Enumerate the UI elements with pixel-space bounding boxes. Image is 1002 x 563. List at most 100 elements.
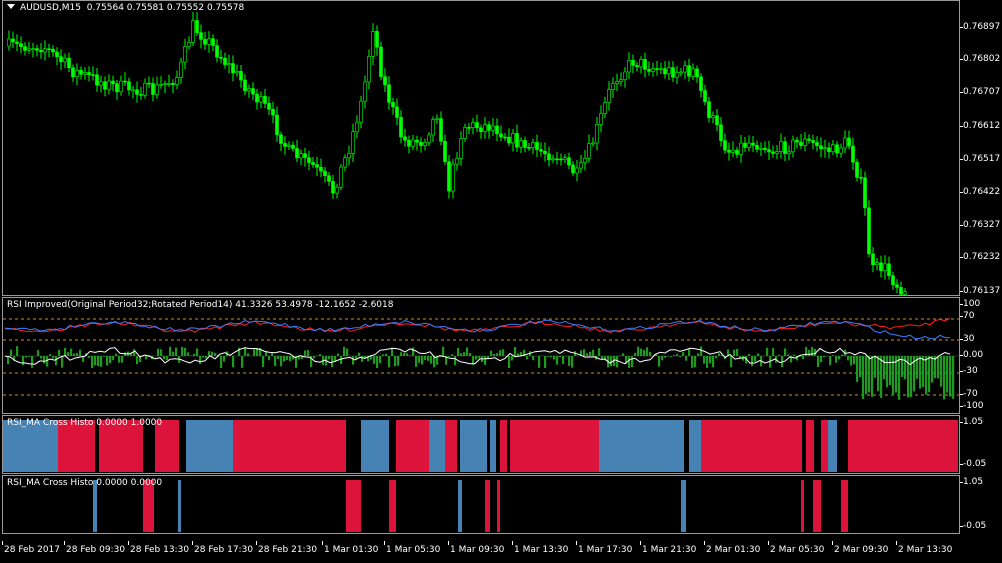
rsi-histogram-bar — [676, 353, 679, 356]
rsi-histogram-bar — [100, 356, 103, 367]
candle-body — [535, 142, 539, 150]
rsi-histogram-bar — [754, 356, 757, 362]
rsi-plot — [3, 317, 959, 400]
rsi-histogram-bar — [853, 356, 856, 365]
candle-body — [687, 65, 691, 77]
candle-body — [171, 83, 175, 85]
candle-body — [47, 48, 51, 51]
rsi-histogram-bar — [409, 355, 412, 356]
candle-body — [527, 147, 531, 149]
time-tick: 1 Mar 01:30 — [321, 541, 379, 555]
histo1-axis: 1.05 -0.05 — [959, 415, 1002, 474]
candle-body — [499, 133, 503, 138]
rsi-histogram-bar — [877, 356, 880, 392]
rsi-histogram-bar — [532, 356, 535, 361]
rsi-histogram-bar — [397, 356, 400, 366]
rsi-histogram-bar — [463, 352, 466, 356]
ohlc-values: 0.75564 0.75581 0.75552 0.75578 — [86, 3, 245, 13]
rsi-histogram-bar — [460, 353, 463, 356]
candle-body — [651, 68, 655, 72]
rsi-histogram-bar — [454, 356, 457, 366]
cross-histo-bar — [233, 420, 346, 472]
rsi-histogram-bar — [688, 349, 691, 356]
cross-histo-bar — [396, 420, 429, 472]
price-axis: 0.76897 0.76802 0.76707 0.76612 0.76517 … — [959, 0, 1002, 296]
candle-body — [15, 41, 19, 44]
rsi-histogram-bar — [811, 347, 814, 356]
cross-histo-bar — [445, 420, 457, 472]
rsi-histogram-bar — [193, 353, 196, 356]
candle-body — [423, 141, 427, 146]
candle-body — [475, 122, 479, 129]
rsi-histogram-bar — [586, 353, 589, 356]
cross-histo-bar — [346, 480, 361, 532]
candle-body — [691, 68, 695, 77]
candle-body — [427, 134, 431, 143]
rsi-histogram-bar — [679, 356, 682, 358]
rsi-indicator-pane[interactable]: RSI Improved(Original Period32;Rotated P… — [2, 297, 960, 414]
rsi-histogram-bar — [820, 356, 823, 363]
rsi-histogram-bar — [784, 348, 787, 356]
rsi-histogram-bar — [370, 356, 373, 360]
cross-histo-pane-1[interactable]: RSI_MA Cross Histo 0.0000 1.0000 — [2, 415, 960, 474]
rsi-histogram-bar — [373, 356, 376, 364]
candle-body — [723, 140, 727, 151]
candle-body — [275, 114, 279, 136]
chart-title: AUDUSD,M15 0.75564 0.75581 0.75552 0.755… — [7, 3, 244, 13]
candle-body — [35, 48, 39, 51]
rsi-histogram-bar — [241, 356, 244, 368]
candle-body — [263, 96, 267, 104]
candle-body — [563, 157, 567, 160]
candle-body — [503, 136, 507, 139]
rsi-histogram-bar — [862, 356, 865, 399]
rsi-histogram-bar — [403, 353, 406, 356]
candle-body — [115, 83, 119, 93]
price-chart-pane[interactable]: AUDUSD,M15 0.75564 0.75581 0.75552 0.755… — [2, 0, 960, 296]
cross-histo-pane-2[interactable]: RSI_MA Cross Histo 0.0000 0.0000 — [2, 475, 960, 534]
candle-body — [731, 149, 735, 153]
candle-body — [855, 161, 859, 178]
candle-body — [319, 166, 323, 172]
triangle-down-icon[interactable] — [7, 4, 15, 9]
rsi-histogram-bar — [925, 356, 928, 395]
candle-body — [167, 83, 171, 85]
rsi-histogram-bar — [340, 356, 343, 365]
rsi-histogram-bar — [214, 352, 217, 356]
candle-body — [435, 118, 439, 120]
candle-body — [459, 138, 463, 159]
candle-body — [811, 140, 815, 143]
rsi-histogram-bar — [823, 356, 826, 358]
rsi-histogram-bar — [682, 352, 685, 356]
candle-body — [83, 72, 87, 75]
rsi-histogram-bar — [457, 347, 460, 356]
candle-body — [603, 102, 607, 114]
histo1-tick: 1.05 — [959, 417, 984, 427]
rsi-tick: 0.00 — [959, 350, 984, 360]
rsi-histogram-bar — [664, 356, 667, 358]
symbol-label: AUDUSD,M15 — [20, 3, 81, 13]
rsi-histogram-bar — [496, 353, 499, 356]
rsi-histogram-bar — [514, 346, 517, 356]
rsi-histogram-bar — [949, 356, 952, 397]
candle-body — [755, 145, 759, 150]
rsi-histogram-bar — [10, 349, 13, 356]
rsi-histogram-bar — [280, 356, 283, 367]
histo1-tick: -0.05 — [959, 459, 987, 469]
candle-body — [867, 207, 871, 255]
candle-body — [719, 124, 723, 141]
candle-body — [287, 144, 291, 147]
candle-body — [351, 131, 355, 154]
cross-histo-bar — [701, 420, 802, 472]
rsi-histogram-bar — [832, 355, 835, 356]
rsi-histogram-bar — [307, 350, 310, 356]
rsi-histogram-bar — [766, 347, 769, 356]
candlestick-chart — [7, 12, 907, 295]
time-tick: 1 Mar 05:30 — [383, 541, 441, 555]
candle-body — [443, 140, 447, 162]
price-tick: 0.76232 — [959, 252, 1001, 262]
candle-body — [379, 46, 383, 77]
rsi-histogram-bar — [67, 352, 70, 356]
rsi-histogram-bar — [841, 354, 844, 356]
rsi-histogram-bar — [730, 356, 733, 368]
candle-body — [899, 287, 903, 295]
